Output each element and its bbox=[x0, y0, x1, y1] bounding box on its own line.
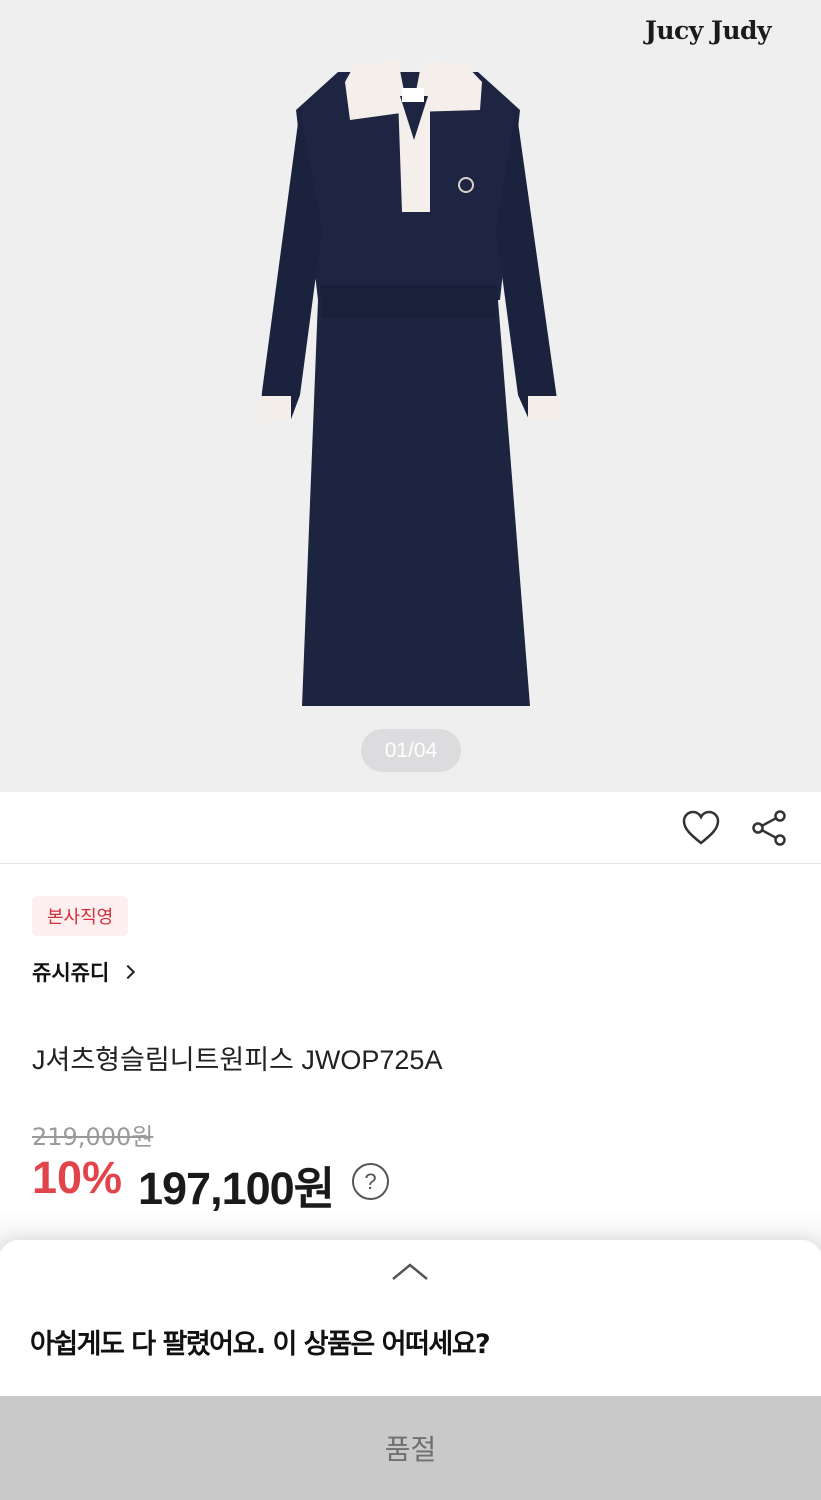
image-pager: 01/04 bbox=[361, 729, 461, 772]
product-title: J셔츠형슬림니트원피스 JWOP725A bbox=[32, 1045, 443, 1075]
official-store-badge: 본사직영 bbox=[32, 896, 129, 936]
sheet-title: 아쉽게도 다 팔렸어요. 이 상품은 어떠세요? bbox=[30, 1329, 491, 1360]
recommendation-sheet: 아쉽게도 다 팔렸어요. 이 상품은 어떠세요? bbox=[0, 1240, 821, 1400]
sold-out-button[interactable]: 품절 bbox=[0, 1396, 821, 1500]
price-help-icon[interactable]: ? bbox=[352, 1163, 389, 1200]
product-image bbox=[259, 60, 560, 706]
brand-link[interactable]: 쥬시쥬디 bbox=[32, 956, 136, 988]
chevron-right-icon bbox=[121, 964, 136, 980]
share-icon[interactable] bbox=[747, 806, 791, 850]
chevron-up-icon[interactable] bbox=[380, 1254, 440, 1290]
brand-name: 쥬시쥬디 bbox=[32, 961, 110, 985]
product-image-gallery[interactable]: Jucy Judy 01/04 bbox=[0, 0, 821, 792]
original-price: 219,000원 bbox=[32, 1123, 154, 1151]
brand-logo: Jucy Judy bbox=[645, 16, 771, 45]
heart-icon[interactable] bbox=[679, 806, 723, 850]
product-action-bar bbox=[0, 792, 821, 864]
discount-rate: 10% bbox=[32, 1152, 123, 1203]
sale-price: 197,100원 bbox=[138, 1163, 335, 1214]
